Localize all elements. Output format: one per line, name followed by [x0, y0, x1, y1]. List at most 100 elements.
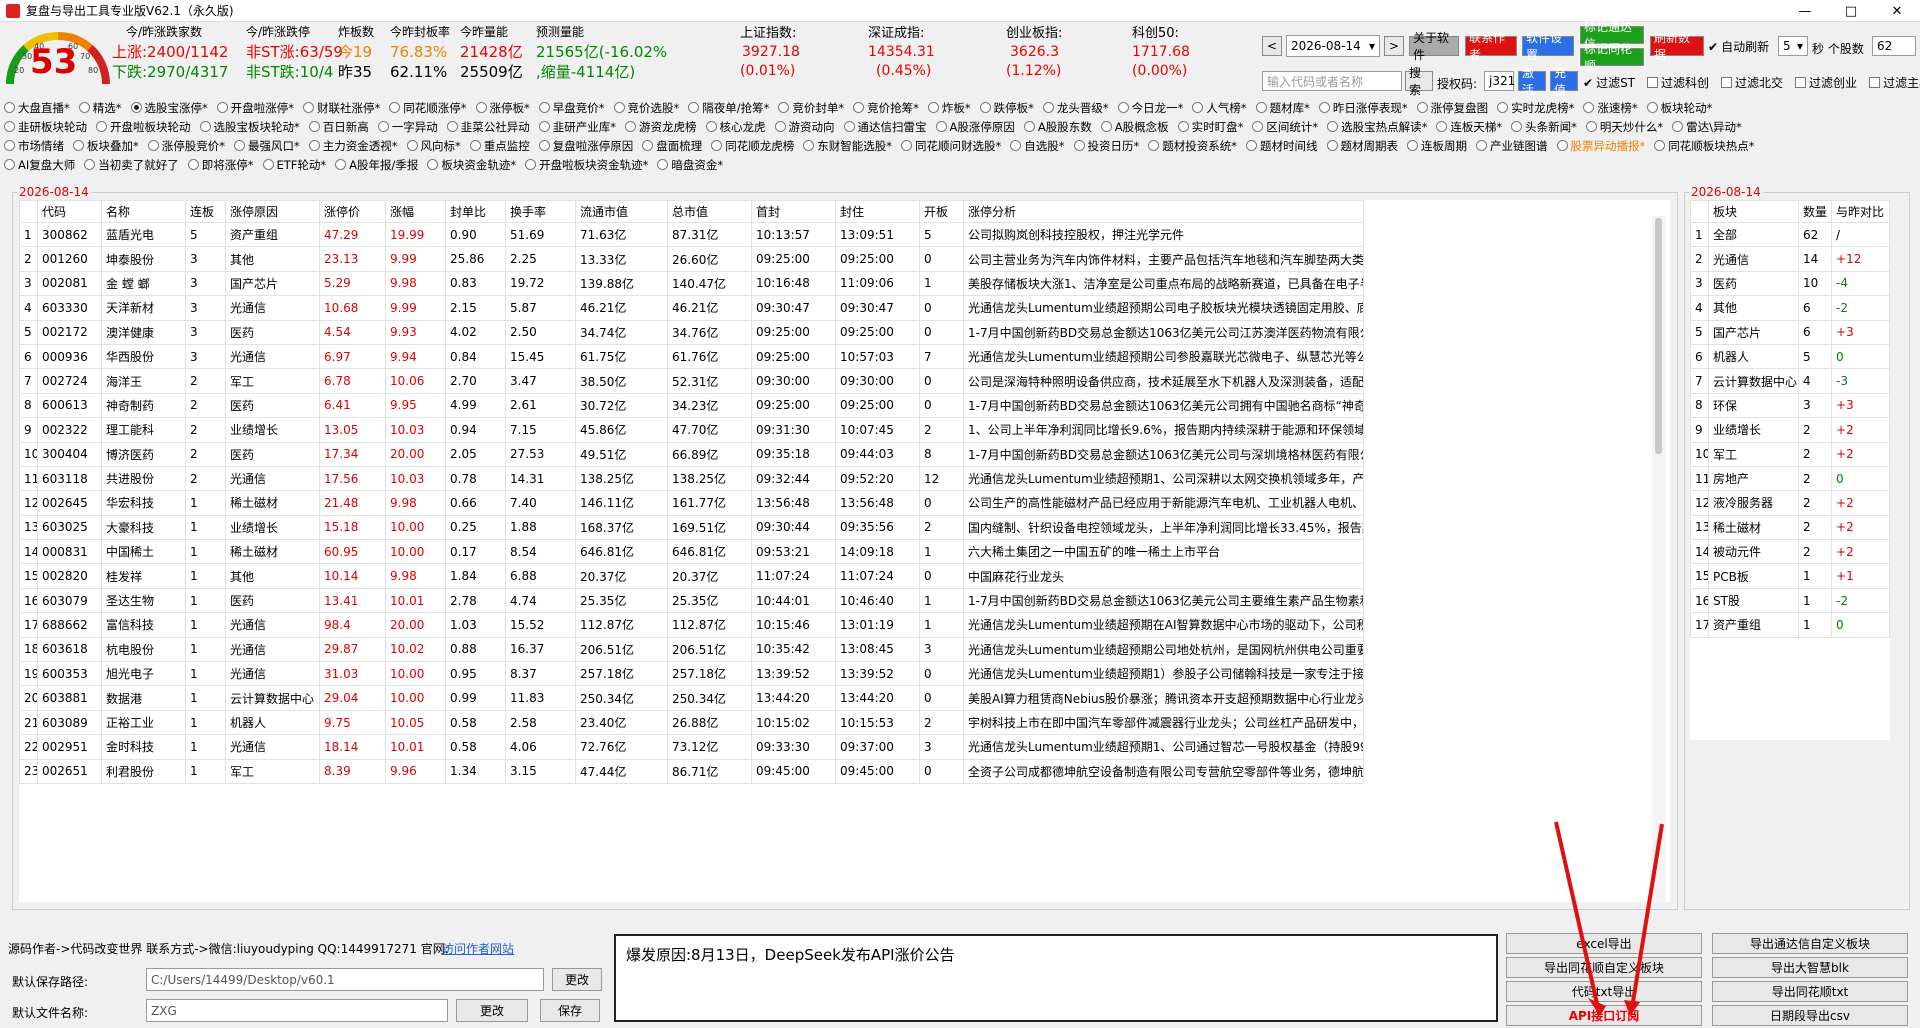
- table-row[interactable]: 12液冷服务器2+2: [1690, 490, 1890, 516]
- radio-option[interactable]: 同花顺板块热点*: [1654, 138, 1755, 154]
- radio-option[interactable]: 板块资金轨迹*: [427, 157, 516, 173]
- radio-option[interactable]: AI复盘大师: [4, 157, 75, 173]
- radio-option[interactable]: 题材时间线: [1246, 138, 1318, 154]
- radio-option[interactable]: 板块轮动*: [1646, 100, 1712, 116]
- radio-option[interactable]: 一字异动: [377, 119, 438, 135]
- table-row[interactable]: 14000831中国稀土1稀土磁材60.9510.000.178.54646.8…: [19, 539, 1364, 565]
- auth-input[interactable]: j321: [1484, 71, 1515, 91]
- column-header[interactable]: 封单比: [445, 200, 506, 223]
- radio-option[interactable]: 炸板*: [927, 100, 971, 116]
- radio-option[interactable]: 隔夜单/抢筹*: [688, 100, 769, 116]
- change-path-button[interactable]: 更改: [552, 968, 602, 991]
- radio-option[interactable]: 市场情绪: [4, 138, 64, 154]
- radio-option[interactable]: 雷达\异动*: [1672, 119, 1742, 135]
- change-name-button[interactable]: 更改: [456, 999, 528, 1022]
- radio-option[interactable]: 股票异动播报*: [1556, 138, 1645, 154]
- export-tdx-custom-button[interactable]: 导出通达信自定义板块: [1712, 933, 1908, 954]
- refresh-button[interactable]: 刷新数据: [1650, 31, 1704, 62]
- radio-option[interactable]: 投资日历*: [1073, 138, 1139, 154]
- radio-option[interactable]: 选股宝热点解读*: [1327, 119, 1427, 135]
- table-row[interactable]: 6 000936 华西股份 3 光通信 6.97 9.94 0.84 15.45 61.75亿 61…: [19, 343, 1364, 370]
- radio-option[interactable]: 大盘直播*: [4, 100, 70, 116]
- radio-option[interactable]: 选股宝涨停*: [130, 100, 208, 116]
- column-header[interactable]: 封住: [835, 200, 920, 223]
- radio-option[interactable]: 最强风口*: [234, 138, 300, 154]
- filter-zb[interactable]: 过滤主板: [1869, 74, 1920, 91]
- table-row[interactable]: 21603089正裕工业1机器人9.7510.050.582.5823.40亿2…: [19, 709, 1364, 736]
- radio-option[interactable]: 复盘啦涨停原因: [538, 138, 633, 154]
- contact-button[interactable]: 联系作者: [1465, 31, 1517, 62]
- table-row[interactable]: 1 300862 蓝盾光电 5 资产重组 47.29 19.99 0.90 51.69 71.63…: [19, 221, 1364, 248]
- close-icon[interactable]: ✕: [1874, 0, 1920, 22]
- search-button[interactable]: 搜索: [1405, 66, 1433, 97]
- radio-option[interactable]: A股概念板: [1100, 119, 1169, 135]
- column-header[interactable]: 总市值: [667, 200, 752, 223]
- radio-option[interactable]: 今日龙一*: [1117, 100, 1183, 116]
- table-row[interactable]: 20603881数据港1云计算数据中心29.0410.000.9911.8325…: [19, 685, 1364, 711]
- file-name-input[interactable]: ZXG: [146, 999, 448, 1022]
- table-row[interactable]: 6 机器人 5 0: [1690, 343, 1890, 370]
- interval-select[interactable]: 5 ▾: [1778, 36, 1808, 56]
- table-row[interactable]: 14被动元件2+2: [1690, 539, 1890, 565]
- table-row[interactable]: 5 002172 澳洋健康 3 医药 4.54 9.93 4.02 2.50 34.74亿 34.7…: [19, 319, 1364, 345]
- column-header[interactable]: 代码: [37, 200, 102, 223]
- table-row[interactable]: 16603079圣达生物1医药13.4110.012.784.7425.35亿2…: [19, 587, 1364, 614]
- table-row[interactable]: 15002820桂发祥1其他10.149.981.846.8820.37亿20.…: [19, 563, 1364, 589]
- table-row[interactable]: 19600353旭光电子1光通信31.0310.000.958.37257.18…: [19, 661, 1364, 687]
- radio-option[interactable]: 百日新高: [308, 119, 369, 135]
- radio-option[interactable]: 开盘啦涨停*: [216, 100, 294, 116]
- radio-option[interactable]: ETF轮动*: [262, 157, 326, 173]
- column-header[interactable]: [1690, 200, 1709, 223]
- radio-option[interactable]: 产业链图谱: [1476, 138, 1548, 154]
- about-button[interactable]: 关于软件: [1409, 31, 1459, 62]
- radio-option[interactable]: 题材库*: [1255, 100, 1310, 116]
- radio-option[interactable]: 题材周期表: [1326, 138, 1398, 154]
- date-range-csv-button[interactable]: 日期段导出csv: [1712, 1005, 1908, 1026]
- minimize-icon[interactable]: —: [1782, 0, 1828, 22]
- table-row[interactable]: 10300404博济医药2医药17.3420.002.0527.5349.51亿…: [19, 441, 1364, 467]
- table-row[interactable]: 17资产重组10: [1690, 612, 1890, 638]
- table-row[interactable]: 5 国产芯片 6 +3: [1690, 319, 1890, 345]
- radio-option[interactable]: 自选股*: [1010, 138, 1065, 154]
- column-header[interactable]: 换手率: [505, 200, 576, 223]
- radio-option[interactable]: 区间统计*: [1252, 119, 1318, 135]
- radio-option[interactable]: 即将涨停*: [187, 157, 254, 173]
- radio-option[interactable]: 连板天梯*: [1436, 119, 1502, 135]
- radio-option[interactable]: 韭研板块轮动: [4, 119, 87, 135]
- radio-option[interactable]: 核心龙虎: [705, 119, 766, 135]
- radio-option[interactable]: 实时龙虎榜*: [1497, 100, 1574, 116]
- column-header[interactable]: 涨停分析: [963, 200, 1364, 223]
- radio-option[interactable]: 同花顺龙虎榜: [711, 138, 794, 154]
- radio-option[interactable]: 开盘啦板块轮动: [96, 119, 191, 135]
- column-header[interactable]: 数量: [1797, 200, 1833, 223]
- date-picker[interactable]: 2026-08-14 ▾: [1286, 35, 1380, 57]
- filter-st[interactable]: ✔ 过滤ST: [1583, 74, 1635, 91]
- radio-option[interactable]: 头条新闻*: [1511, 119, 1577, 135]
- column-header[interactable]: 与昨对比: [1831, 200, 1890, 223]
- column-header[interactable]: 板块: [1708, 200, 1799, 223]
- radio-option[interactable]: 游资动向: [774, 119, 835, 135]
- radio-option[interactable]: 韭研产业库*: [538, 119, 616, 135]
- table-row[interactable]: 15PCB板1+1: [1690, 563, 1890, 589]
- radio-option[interactable]: 盘面梳理: [642, 138, 702, 154]
- radio-option[interactable]: 实时盯盘*: [1177, 119, 1243, 135]
- radio-option[interactable]: A股年报/季报: [335, 157, 418, 173]
- radio-option[interactable]: 同花顺涨停*: [389, 100, 467, 116]
- radio-option[interactable]: 选股宝板块轮动*: [199, 119, 300, 135]
- radio-option[interactable]: A股涨停原因: [935, 119, 1015, 135]
- table-row[interactable]: 8 环保 3 +3: [1690, 392, 1890, 419]
- filter-kc[interactable]: 过滤科创: [1647, 74, 1709, 91]
- radio-option[interactable]: 涨速榜*: [1583, 100, 1638, 116]
- table-row[interactable]: 17688662富信科技1光通信98.420.001.0315.52112.87…: [19, 612, 1364, 638]
- radio-option[interactable]: 龙头晋级*: [1042, 100, 1109, 116]
- table-row[interactable]: 13稀土磁材2+2: [1690, 514, 1890, 541]
- table-row[interactable]: 13603025大豪科技1业绩增长15.1810.000.251.88168.3…: [19, 514, 1364, 541]
- table-row[interactable]: 1 全部 62/: [1690, 221, 1890, 248]
- column-header[interactable]: 涨停原因: [225, 200, 320, 223]
- table-row[interactable]: 3 002081 金 螳 螂 3 国产芯片 5.29 9.98 0.83 19.72 139.88…: [19, 270, 1364, 297]
- radio-option[interactable]: 早盘竞价*: [538, 100, 605, 116]
- radio-option[interactable]: 连板周期: [1407, 138, 1467, 154]
- filter-cy[interactable]: 过滤创业: [1795, 74, 1857, 91]
- column-header[interactable]: 涨停价: [319, 200, 386, 223]
- radio-option[interactable]: 题材投资系统*: [1148, 138, 1237, 154]
